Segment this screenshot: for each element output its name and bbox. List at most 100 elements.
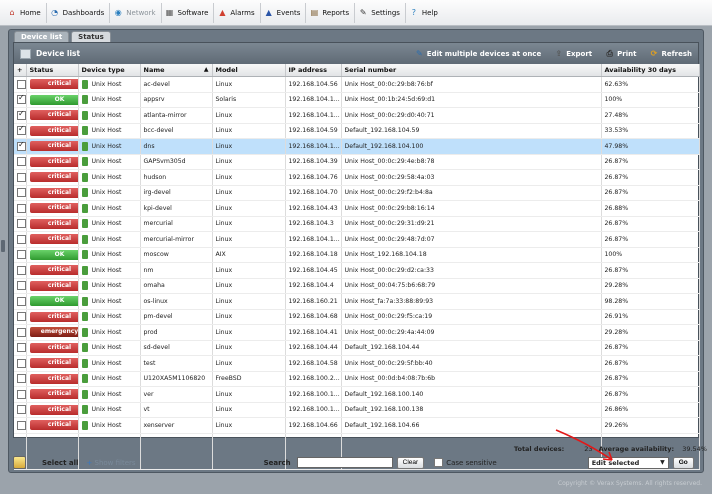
table-row[interactable]: critical Unix Host irg-devel Linux 192.168.1…: [14, 185, 700, 201]
nav-software[interactable]: ▦ Software: [162, 2, 215, 23]
table-row[interactable]: emergency Unix Host prod Linux 192.168.104.4…: [14, 324, 700, 341]
name-cell[interactable]: os-linux: [140, 293, 213, 310]
column-header-serial-number[interactable]: Serial number: [341, 64, 602, 77]
name-cell[interactable]: pm-devel: [140, 309, 213, 325]
column-header-availability[interactable]: Availability 30 days: [601, 64, 700, 77]
row-checkbox-cell[interactable]: [14, 107, 27, 124]
name-cell[interactable]: ac-devel: [140, 76, 213, 93]
row-checkbox[interactable]: [17, 172, 25, 182]
table-row[interactable]: critical Unix Host kpi-devel Linux 192.168.1…: [14, 200, 700, 217]
table-row[interactable]: critical Unix Host U120XA5M1106820 FreeBSD 1…: [14, 371, 700, 387]
row-checkbox[interactable]: [17, 389, 25, 399]
refresh-button[interactable]: ⟳ Refresh: [649, 49, 692, 58]
name-cell[interactable]: hudson: [140, 169, 213, 186]
table-row[interactable]: critical Unix Host ac-devel Linux 192.168.10…: [14, 76, 700, 93]
row-checkbox-cell[interactable]: [14, 247, 27, 263]
table-row[interactable]: critical Unix Host dnsLinux192.168.104.1..…: [14, 138, 700, 155]
table-row[interactable]: critical Unix Host mercurial-mirror Linux 19…: [14, 231, 700, 248]
case-sensitive-checkbox[interactable]: [434, 458, 444, 467]
table-row[interactable]: OK Unix Host os-linux Linux 192.168.160.21 Un…: [14, 293, 700, 310]
table-row[interactable]: critical Unix Host pm-devel Linux 192.168.10…: [14, 309, 700, 325]
nav-home[interactable]: ⌂ Home: [4, 2, 47, 23]
name-cell[interactable]: irg-devel: [140, 185, 213, 201]
row-checkbox-cell[interactable]: [14, 169, 27, 186]
row-checkbox[interactable]: [17, 219, 25, 229]
table-row[interactable]: critical Unix Host nm Linux 192.168.104.45 Un…: [14, 262, 700, 279]
table-row[interactable]: OK Unix Host moscow AIX 192.168.104.18 Unix H…: [14, 247, 700, 263]
row-checkbox-cell[interactable]: [14, 324, 27, 341]
table-row[interactable]: critical Unix Host test Linux 192.168.104.58…: [14, 355, 700, 372]
row-checkbox[interactable]: [17, 374, 25, 384]
name-cell[interactable]: bcc-devel: [140, 123, 213, 139]
name-cell[interactable]: moscow: [140, 247, 213, 263]
name-cell[interactable]: xenserver: [140, 417, 213, 434]
name-cell[interactable]: mercurial: [140, 216, 213, 232]
table-row[interactable]: OK Unix Host appsrvSolaris192.168.104.1...…: [14, 92, 700, 108]
table-row[interactable]: critical Unix Host hudson Linux 192.168.104.…: [14, 169, 700, 186]
row-checkbox[interactable]: [17, 358, 25, 368]
legend-icon[interactable]: [13, 456, 26, 469]
column-header-ip-address[interactable]: IP address: [285, 64, 342, 77]
row-checkbox-cell[interactable]: [14, 92, 27, 108]
table-row[interactable]: critical Unix Host sd-devel Linux 192.168.10…: [14, 340, 700, 356]
export-button[interactable]: ⇪ Export: [554, 49, 592, 58]
row-checkbox-cell[interactable]: [14, 340, 27, 356]
row-checkbox-cell[interactable]: [14, 216, 27, 232]
row-checkbox[interactable]: [17, 140, 25, 151]
nav-reports[interactable]: ▤ Reports: [306, 2, 356, 23]
action-select[interactable]: Edit selected ▼: [587, 456, 669, 469]
name-cell[interactable]: prod: [140, 324, 213, 341]
name-cell[interactable]: test: [140, 355, 213, 372]
row-checkbox-cell[interactable]: [14, 185, 27, 201]
row-checkbox[interactable]: [17, 234, 25, 244]
go-button[interactable]: Go: [672, 456, 694, 469]
nav-network[interactable]: ◉ Network: [110, 2, 162, 23]
row-checkbox[interactable]: [17, 312, 25, 322]
row-checkbox-cell[interactable]: [14, 231, 27, 248]
select-all-link[interactable]: Select all: [42, 459, 78, 467]
table-row[interactable]: critical Unix Host bcc-develLinux192.168.1…: [14, 123, 700, 139]
name-cell[interactable]: omaha: [140, 278, 213, 294]
clear-button[interactable]: Clear: [396, 456, 425, 469]
row-checkbox[interactable]: [17, 79, 25, 89]
name-cell[interactable]: appsrv: [140, 92, 213, 108]
row-checkbox[interactable]: [17, 296, 25, 306]
row-checkbox[interactable]: [17, 420, 25, 430]
name-cell[interactable]: ver: [140, 386, 213, 403]
table-row[interactable]: critical Unix Host vt Linux 192.168.100.1...…: [14, 402, 700, 418]
nav-settings[interactable]: ✎ Settings: [355, 2, 406, 23]
table-row[interactable]: critical Unix Host GAPSvm305d Linux 192.168.…: [14, 154, 700, 170]
column-header-device-type[interactable]: Device type: [78, 64, 141, 77]
row-checkbox[interactable]: [17, 109, 25, 120]
table-row[interactable]: critical Unix Host xenserver Linux 192.168.1…: [14, 417, 700, 434]
print-button[interactable]: ⎙ Print: [605, 49, 636, 58]
row-checkbox[interactable]: [17, 281, 25, 291]
table-row[interactable]: critical Unix Host ver Linux 192.168.100.1..…: [14, 386, 700, 403]
row-checkbox-cell[interactable]: [14, 371, 27, 387]
name-cell[interactable]: U120XA5M1106820: [140, 371, 213, 387]
row-checkbox-cell[interactable]: [14, 309, 27, 325]
name-cell[interactable]: vt: [140, 402, 213, 418]
row-checkbox-cell[interactable]: [14, 278, 27, 294]
name-cell[interactable]: dns: [140, 138, 213, 155]
table-row[interactable]: critical Unix Host mercurial Linux 192.168.1…: [14, 216, 700, 232]
row-checkbox[interactable]: [17, 327, 25, 337]
nav-alarms[interactable]: ▲ Alarms: [214, 2, 261, 23]
row-checkbox-cell[interactable]: [14, 355, 27, 372]
name-cell[interactable]: atlanta-mirror: [140, 107, 213, 124]
nav-help[interactable]: ? Help: [406, 3, 443, 23]
row-checkbox-cell[interactable]: [14, 154, 27, 170]
row-checkbox[interactable]: [17, 124, 25, 136]
side-collapse-handle[interactable]: [1, 240, 5, 252]
row-checkbox-cell[interactable]: [14, 76, 27, 93]
row-checkbox-cell[interactable]: [14, 386, 27, 403]
row-checkbox[interactable]: [17, 157, 25, 167]
name-cell[interactable]: mercurial-mirror: [140, 231, 213, 248]
row-checkbox-cell[interactable]: [14, 123, 27, 139]
show-filters-link[interactable]: + Show filters: [86, 459, 135, 467]
row-checkbox-cell[interactable]: [14, 262, 27, 279]
edit-multiple-devices-at-once-button[interactable]: ✎ Edit multiple devices at once: [415, 49, 541, 58]
row-checkbox-cell[interactable]: [14, 417, 27, 434]
name-cell[interactable]: nm: [140, 262, 213, 279]
column-header-add[interactable]: +: [14, 64, 27, 77]
